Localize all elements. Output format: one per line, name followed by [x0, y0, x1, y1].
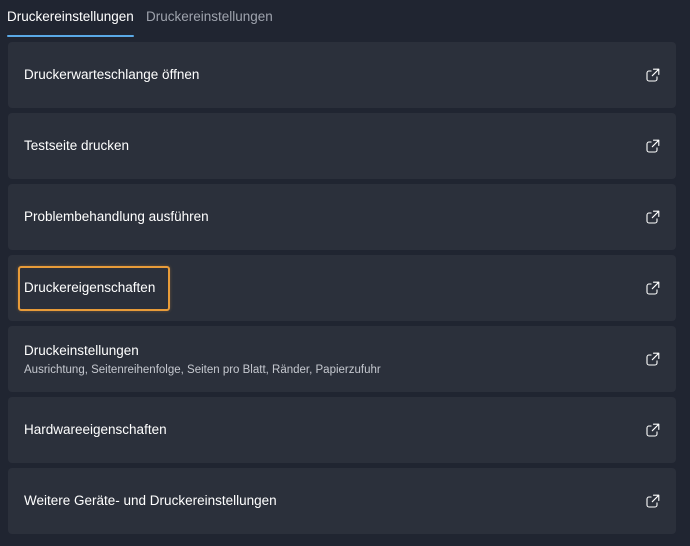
item-druckeinstellungen[interactable]: Druckeinstellungen Ausrichtung, Seitenre… [8, 326, 676, 392]
item-druckerwarteschlange-oeffnen[interactable]: Druckerwarteschlange öffnen [8, 42, 676, 108]
item-title: Druckereigenschaften [24, 280, 156, 295]
item-testseite-drucken[interactable]: Testseite drucken [8, 113, 676, 179]
item-title: Druckerwarteschlange öffnen [24, 67, 200, 82]
item-title: Problembehandlung ausführen [24, 209, 209, 224]
open-external-icon [646, 281, 660, 295]
item-hardwareeigenschaften[interactable]: Hardwareeigenschaften [8, 397, 676, 463]
item-subtitle: Ausrichtung, Seitenreihenfolge, Seiten p… [24, 364, 381, 376]
active-tab-indicator [7, 35, 134, 37]
item-title: Druckeinstellungen [24, 343, 139, 358]
open-external-icon [646, 423, 660, 437]
open-external-icon [646, 494, 660, 508]
item-title: Hardwareeigenschaften [24, 422, 167, 437]
open-external-icon [646, 352, 660, 366]
open-external-icon [646, 210, 660, 224]
item-druckereigenschaften[interactable]: Druckereigenschaften [8, 255, 676, 321]
tab-druckereinstellungen[interactable]: Druckereinstellungen [146, 9, 273, 25]
open-external-icon [646, 139, 660, 153]
tab-druckereinstellungen-active[interactable]: Druckereinstellungen [7, 9, 134, 25]
item-title: Testseite drucken [24, 138, 130, 153]
item-weitere-geraete-und-druckereinstellungen[interactable]: Weitere Geräte- und Druckereinstellungen [8, 468, 676, 534]
item-problembehandlung-ausfuehren[interactable]: Problembehandlung ausführen [8, 184, 676, 250]
settings-list: Druckerwarteschlange öffnen Testseite dr… [8, 42, 676, 539]
item-title: Weitere Geräte- und Druckereinstellungen [24, 493, 277, 508]
tab-bar: Druckereinstellungen Druckereinstellunge… [0, 0, 690, 40]
open-external-icon [646, 68, 660, 82]
